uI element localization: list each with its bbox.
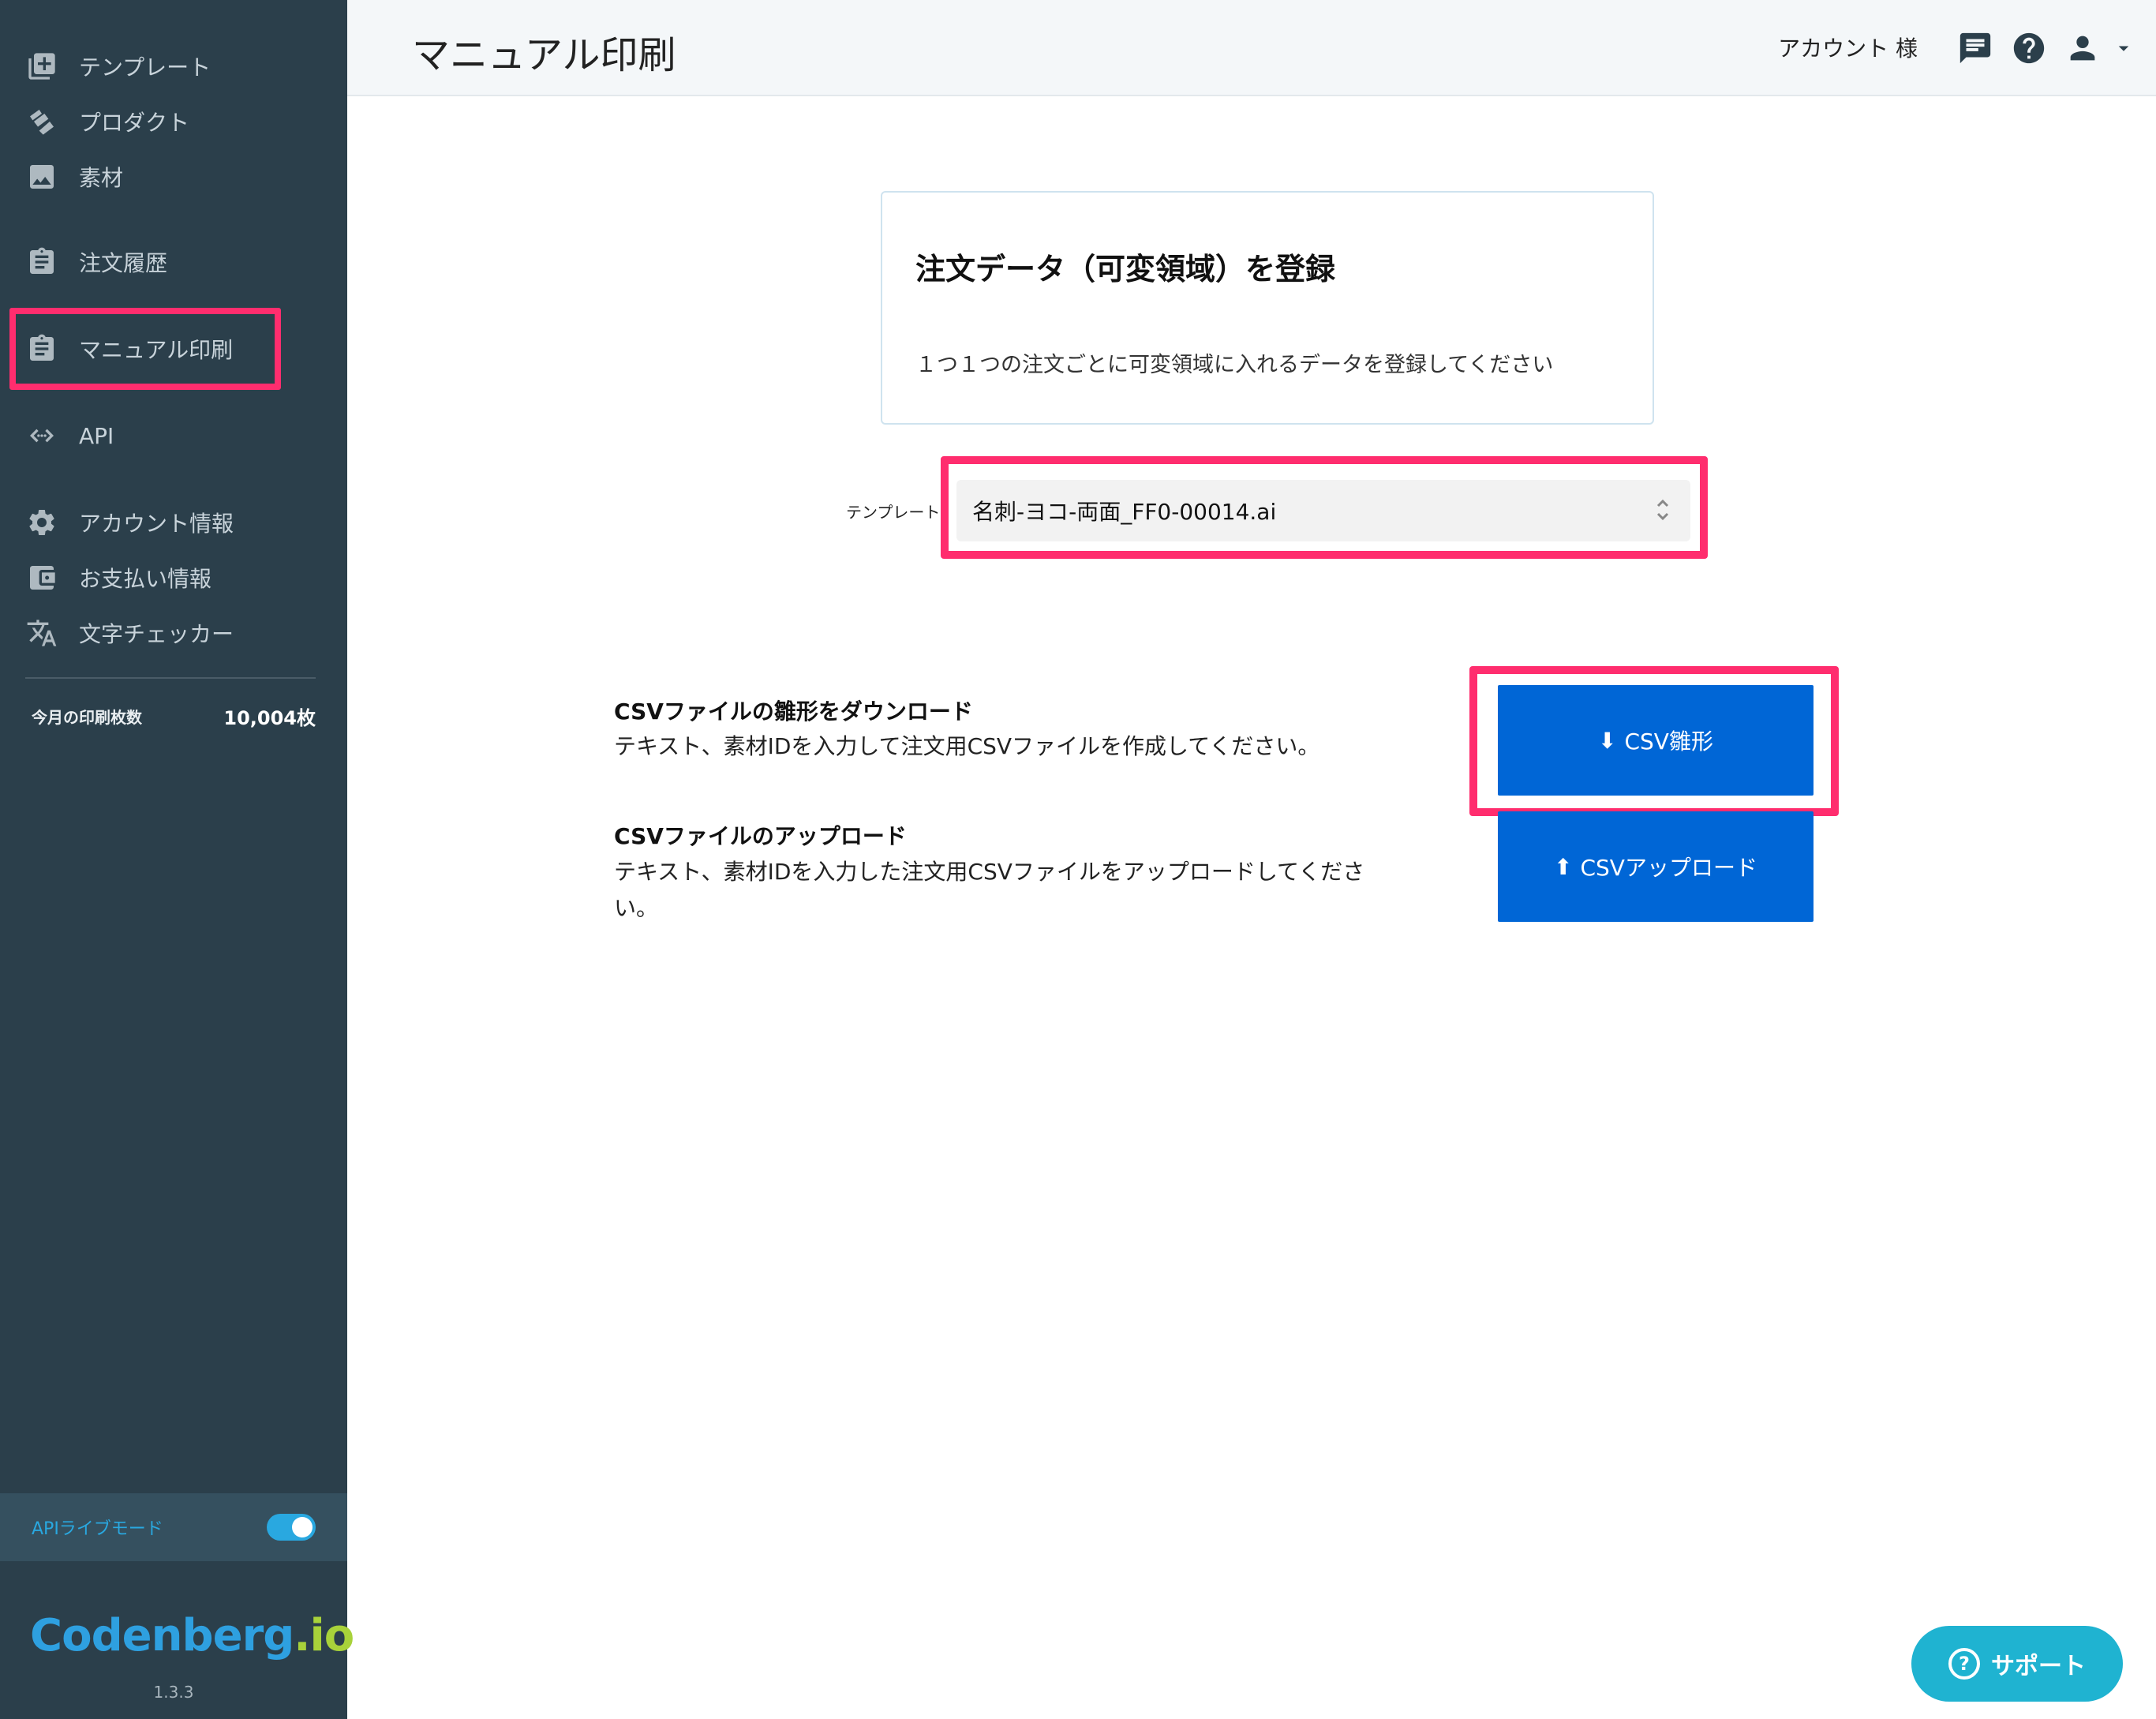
app-version: 1.3.3 (153, 1683, 194, 1702)
cards-icon (25, 105, 58, 138)
sidebar-item-products[interactable]: プロダクト (25, 99, 189, 144)
help-icon[interactable] (2011, 30, 2047, 66)
sidebar: テンプレート プロダクト 素材 注文履歴 マニュアル印刷 API アカウント情報… (0, 0, 354, 1719)
card-title: 注文データ（可変領域）を登録 (915, 252, 1336, 286)
sidebar-item-account[interactable]: アカウント情報 (25, 500, 234, 545)
sidebar-item-materials[interactable]: 素材 (25, 155, 123, 199)
template-select-value: 名刺-ヨコ-両面_FF0-00014.ai (972, 499, 1277, 525)
template-add-icon (25, 50, 58, 83)
arrow-down-icon: ⬇ (1598, 727, 1617, 754)
codenberg-logo[interactable]: Codenberg.io (30, 1610, 354, 1661)
csv-upload-title: CSVファイルのアップロード (614, 823, 907, 849)
monthly-print-count-label: 今月の印刷枚数 (32, 708, 142, 727)
sidebar-item-text-checker[interactable]: 文字チェッカー (25, 611, 234, 655)
sidebar-item-label: 素材 (79, 165, 124, 191)
sidebar-item-order-history[interactable]: 注文履歴 (25, 240, 167, 284)
gear-icon (25, 506, 58, 539)
sidebar-item-label: API (79, 422, 114, 449)
csv-download-description: テキスト、素材IDを入力して注文用CSVファイルを作成してください。 (614, 733, 1320, 759)
page-title: マニュアル印刷 (412, 33, 676, 77)
sidebar-item-label: プロダクト (79, 110, 190, 136)
support-button-label: サポート (1991, 1653, 2086, 1680)
sidebar-item-api[interactable]: API (25, 414, 114, 458)
sidebar-item-label: 文字チェッカー (79, 621, 234, 647)
sidebar-item-label: テンプレート (79, 54, 211, 81)
clipboard-icon (25, 332, 58, 365)
wallet-icon (25, 561, 58, 594)
sidebar-item-label: アカウント情報 (79, 511, 234, 537)
csv-upload-button-label: CSVアップロード (1580, 855, 1757, 881)
code-icon (25, 419, 58, 452)
translate-icon (25, 616, 58, 650)
logo-main-text: Codenberg (30, 1610, 294, 1661)
card-description: １つ１つの注文ごとに可変領域に入れるデータを登録してください (915, 353, 1554, 377)
account-name[interactable]: アカウント 様 (1778, 32, 1918, 63)
sidebar-item-templates[interactable]: テンプレート (25, 44, 211, 88)
question-circle-icon: ? (1948, 1648, 1980, 1680)
order-data-card: 注文データ（可変領域）を登録 １つ１つの注文ごとに可変領域に入れるデータを登録し… (881, 191, 1654, 425)
select-chevron-icon (1654, 496, 1671, 524)
support-button[interactable]: ? サポート (1911, 1626, 2123, 1702)
api-live-mode-bar: APIライブモード (0, 1493, 347, 1561)
user-icon[interactable] (2064, 30, 2101, 66)
api-live-mode-label: APIライブモード (32, 1519, 163, 1539)
sidebar-item-label: マニュアル印刷 (79, 337, 234, 363)
monthly-print-count-value: 10,004枚 (223, 707, 316, 729)
top-header: マニュアル印刷 アカウント 様 (347, 0, 2156, 96)
csv-template-download-button[interactable]: ⬇ CSV雛形 (1498, 685, 1814, 796)
api-live-mode-toggle[interactable] (267, 1514, 316, 1541)
template-select[interactable]: 名刺-ヨコ-両面_FF0-00014.ai (956, 480, 1690, 541)
csv-upload-button[interactable]: ⬆ CSVアップロード (1498, 811, 1814, 922)
sidebar-item-manual-print[interactable]: マニュアル印刷 (25, 327, 233, 371)
chevron-down-icon[interactable] (2112, 30, 2135, 66)
clipboard-icon (25, 245, 58, 279)
sidebar-item-label: お支払い情報 (79, 566, 212, 592)
sidebar-divider (25, 677, 316, 679)
sidebar-item-label: 注文履歴 (79, 250, 168, 276)
arrow-up-icon: ⬆ (1554, 853, 1573, 880)
csv-template-button-label: CSV雛形 (1624, 728, 1713, 755)
image-icon (25, 160, 58, 193)
message-icon[interactable] (1957, 30, 1993, 66)
csv-download-title: CSVファイルの雛形をダウンロード (614, 698, 973, 725)
csv-upload-description: テキスト、素材IDを入力した注文用CSVファイルをアップロードしてください。 (614, 859, 1365, 921)
logo-suffix-text: .io (294, 1610, 354, 1661)
template-select-label: テンプレート (846, 503, 941, 522)
sidebar-item-payment[interactable]: お支払い情報 (25, 556, 211, 600)
